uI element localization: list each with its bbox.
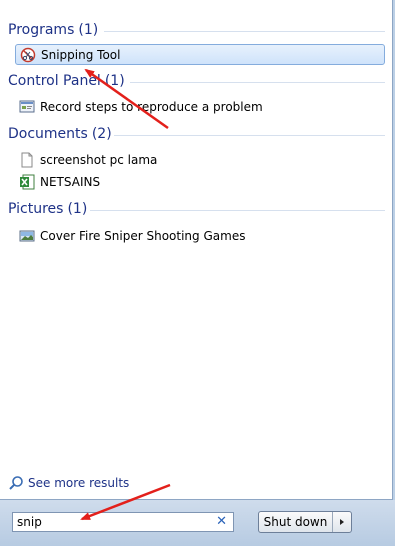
picture-icon: [19, 228, 35, 244]
group-header-documents[interactable]: Documents (2): [8, 124, 112, 144]
result-item-label: Cover Fire Sniper Shooting Games: [40, 228, 246, 243]
result-item-label: Snipping Tool: [41, 47, 121, 62]
search-icon: [8, 475, 24, 491]
excel-icon: [19, 174, 35, 190]
group-count: (1): [67, 201, 88, 217]
group-count: (2): [91, 126, 112, 142]
group-divider: [114, 135, 385, 136]
group-title: Control Panel: [8, 73, 101, 89]
clear-icon[interactable]: ✕: [216, 514, 227, 529]
result-item-record-steps[interactable]: Record steps to reproduce a problem: [15, 96, 385, 117]
result-item-snipping-tool[interactable]: Snipping Tool: [15, 44, 385, 65]
group-header-control-panel[interactable]: Control Panel (1): [8, 71, 125, 91]
shutdown-button-group: Shut down: [258, 511, 352, 533]
group-header-pictures[interactable]: Pictures (1): [8, 199, 87, 219]
result-item-screenshot-pc-lama[interactable]: screenshot pc lama: [15, 149, 385, 170]
scissors-icon: [20, 47, 36, 63]
group-title: Pictures: [8, 201, 64, 217]
group-divider: [104, 31, 385, 32]
group-title: Programs: [8, 22, 75, 38]
result-item-label: Record steps to reproduce a problem: [40, 99, 263, 114]
group-title: Documents: [8, 126, 88, 142]
result-item-label: NETSAINS: [40, 174, 101, 189]
group-count: (1): [104, 73, 125, 89]
group-divider: [130, 82, 385, 83]
result-item-netsains[interactable]: NETSAINS: [15, 171, 385, 192]
shutdown-button[interactable]: Shut down: [259, 512, 333, 532]
arrow-right-icon[interactable]: [333, 512, 351, 532]
see-more-label: See more results: [28, 476, 130, 490]
search-input[interactable]: [17, 515, 207, 529]
group-header-programs[interactable]: Programs (1): [8, 20, 98, 40]
search-box[interactable]: ✕: [12, 512, 234, 532]
document-icon: [19, 152, 35, 168]
result-item-cover-fire[interactable]: Cover Fire Sniper Shooting Games: [15, 225, 385, 246]
start-menu-search-results: Programs (1) Snipping Tool Control Panel…: [0, 0, 393, 500]
group-divider: [90, 210, 385, 211]
result-item-label: screenshot pc lama: [40, 152, 158, 167]
see-more-results-link[interactable]: See more results: [8, 475, 129, 491]
control-panel-icon: [19, 99, 35, 115]
group-count: (1): [78, 22, 99, 38]
